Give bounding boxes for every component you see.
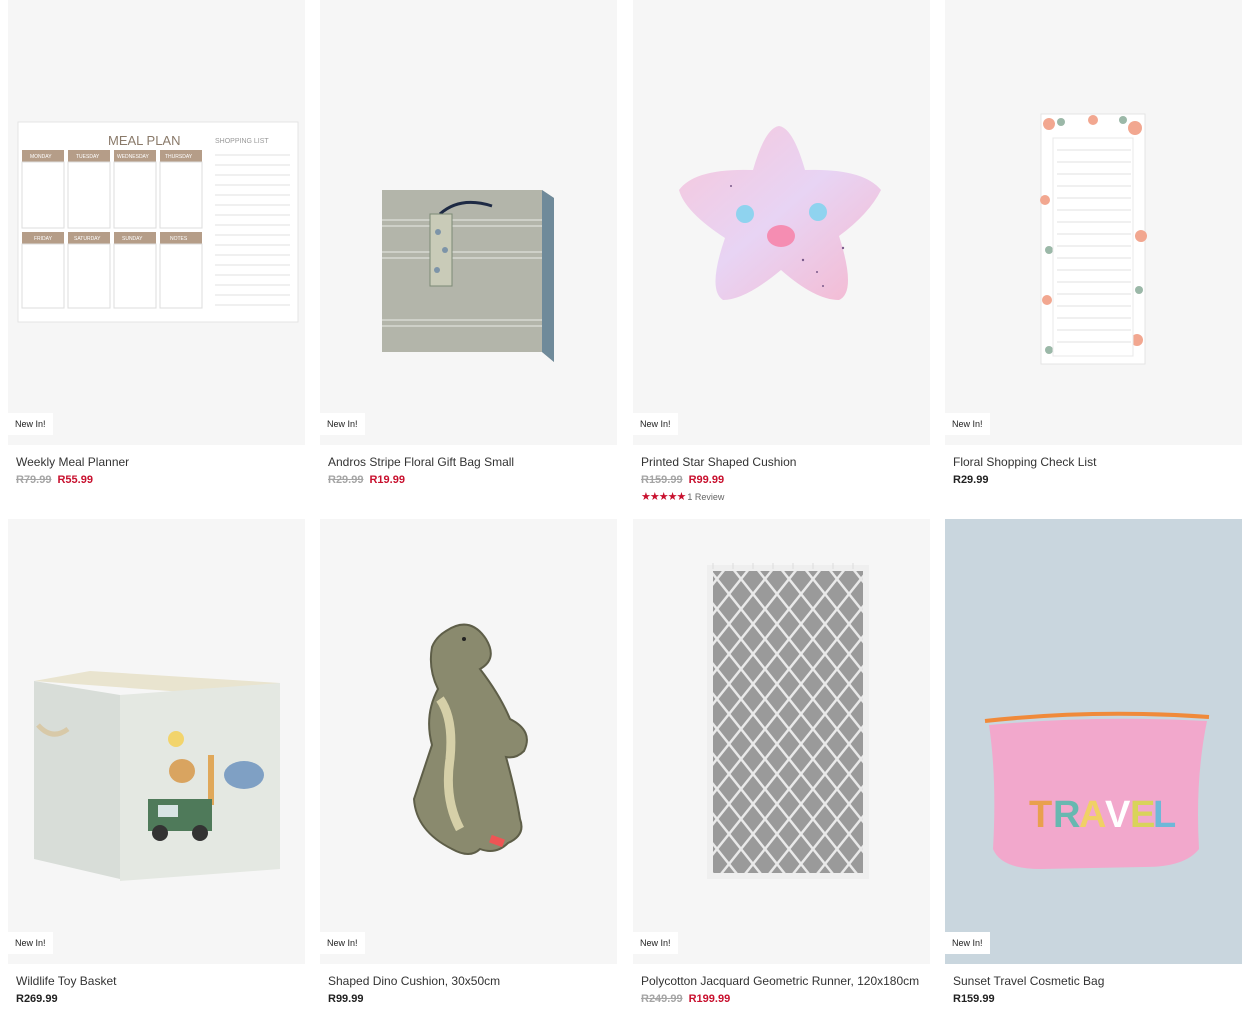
- product-title[interactable]: Sunset Travel Cosmetic Bag: [953, 974, 1242, 989]
- day-label: THURSDAY: [165, 154, 193, 160]
- product-rating[interactable]: ★★★★★ 1 Review: [641, 490, 930, 503]
- product-price: R269.99: [16, 993, 305, 1007]
- travel-letter: T: [1029, 794, 1052, 836]
- travel-letter: V: [1105, 794, 1131, 836]
- product-price: R79.99 R55.99: [16, 474, 305, 488]
- product-image[interactable]: New In!: [8, 519, 305, 964]
- day-label: MONDAY: [30, 154, 52, 160]
- product-grid: MEAL PLAN SHOPPING LIST MONDAY TUESDAY W…: [0, 0, 1250, 1036]
- product-card[interactable]: New In! Polycotton Jacquard Geometric Ru…: [633, 519, 930, 1007]
- runner-rug-image: [707, 563, 869, 879]
- regular-price: R29.99: [953, 474, 989, 486]
- product-card[interactable]: New In! Shaped Dino Cushion, 30x50cm R99…: [320, 519, 617, 1007]
- product-title[interactable]: Shaped Dino Cushion, 30x50cm: [328, 974, 617, 989]
- day-label: TUESDAY: [76, 154, 100, 160]
- was-price: R249.99: [641, 993, 683, 1005]
- meal-plan-title: MEAL PLAN: [108, 133, 181, 148]
- new-in-badge: New In!: [945, 932, 990, 954]
- check-list-image: [1040, 113, 1147, 365]
- day-label: SATURDAY: [74, 236, 101, 242]
- regular-price: R99.99: [328, 993, 364, 1005]
- was-price: R159.99: [641, 474, 683, 486]
- was-price: R29.99: [328, 474, 364, 486]
- shopping-list-label: SHOPPING LIST: [215, 138, 269, 145]
- gift-bag-image: [382, 190, 554, 362]
- product-title[interactable]: Wildlife Toy Basket: [16, 974, 305, 989]
- new-in-badge: New In!: [320, 932, 365, 954]
- product-image[interactable]: New In!: [320, 0, 617, 445]
- day-label: SUNDAY: [122, 236, 143, 242]
- meal-planner-image: MEAL PLAN SHOPPING LIST MONDAY TUESDAY W…: [17, 121, 299, 323]
- product-card[interactable]: New In! Andros Stripe Floral Gift Bag Sm…: [320, 0, 617, 488]
- star-rating-icon: ★★★★★: [641, 491, 686, 503]
- new-in-badge: New In!: [8, 413, 53, 435]
- travel-letter: R: [1053, 794, 1080, 836]
- product-image[interactable]: New In!: [633, 519, 930, 964]
- sale-price: R55.99: [57, 474, 93, 486]
- product-image[interactable]: New In!: [633, 0, 930, 445]
- sale-price: R19.99: [369, 474, 405, 486]
- product-image[interactable]: T R A V E L New In!: [945, 519, 1242, 964]
- product-card[interactable]: New In! Floral Shopping Check List R29.9…: [945, 0, 1242, 488]
- product-card[interactable]: New In! Printed Star Shaped Cushion R159…: [633, 0, 930, 503]
- product-title[interactable]: Printed Star Shaped Cushion: [641, 455, 930, 470]
- product-image[interactable]: New In!: [945, 0, 1242, 445]
- regular-price: R269.99: [16, 993, 58, 1005]
- day-label: FRIDAY: [34, 236, 53, 242]
- day-label: NOTES: [170, 236, 188, 242]
- product-price: R99.99: [328, 993, 617, 1007]
- sale-price: R99.99: [688, 474, 725, 486]
- travel-letter: A: [1079, 794, 1106, 836]
- sale-price: R199.99: [688, 993, 731, 1005]
- toy-basket-image: [34, 671, 280, 881]
- new-in-badge: New In!: [633, 932, 678, 954]
- product-card[interactable]: T R A V E L New In! Sunset Travel Cosmet…: [945, 519, 1242, 1007]
- product-card[interactable]: MEAL PLAN SHOPPING LIST MONDAY TUESDAY W…: [8, 0, 305, 488]
- dino-cushion-image: [412, 623, 528, 855]
- new-in-badge: New In!: [633, 413, 678, 435]
- product-title[interactable]: Polycotton Jacquard Geometric Runner, 12…: [641, 974, 930, 989]
- product-title[interactable]: Weekly Meal Planner: [16, 455, 305, 470]
- product-price: R29.99: [953, 474, 1242, 488]
- new-in-badge: New In!: [8, 932, 53, 954]
- product-image[interactable]: New In!: [320, 519, 617, 964]
- review-count[interactable]: 1 Review: [687, 492, 724, 502]
- new-in-badge: New In!: [320, 413, 365, 435]
- was-price: R79.99: [16, 474, 52, 486]
- new-in-badge: New In!: [945, 413, 990, 435]
- star-cushion-image: [679, 126, 881, 300]
- day-label: WEDNESDAY: [117, 154, 150, 160]
- travel-letter: E: [1130, 794, 1155, 836]
- travel-letter: L: [1153, 794, 1176, 836]
- product-title[interactable]: Floral Shopping Check List: [953, 455, 1242, 470]
- regular-price: R159.99: [953, 993, 995, 1005]
- product-price: R249.99 R199.99: [641, 993, 930, 1007]
- product-card[interactable]: New In! Wildlife Toy Basket R269.99: [8, 519, 305, 1007]
- product-title[interactable]: Andros Stripe Floral Gift Bag Small: [328, 455, 617, 470]
- product-price: R159.99 R99.99: [641, 474, 930, 488]
- cosmetic-bag-image: T R A V E L: [984, 711, 1210, 869]
- product-price: R159.99: [953, 993, 1242, 1007]
- product-price: R29.99 R19.99: [328, 474, 617, 488]
- product-image[interactable]: MEAL PLAN SHOPPING LIST MONDAY TUESDAY W…: [8, 0, 305, 445]
